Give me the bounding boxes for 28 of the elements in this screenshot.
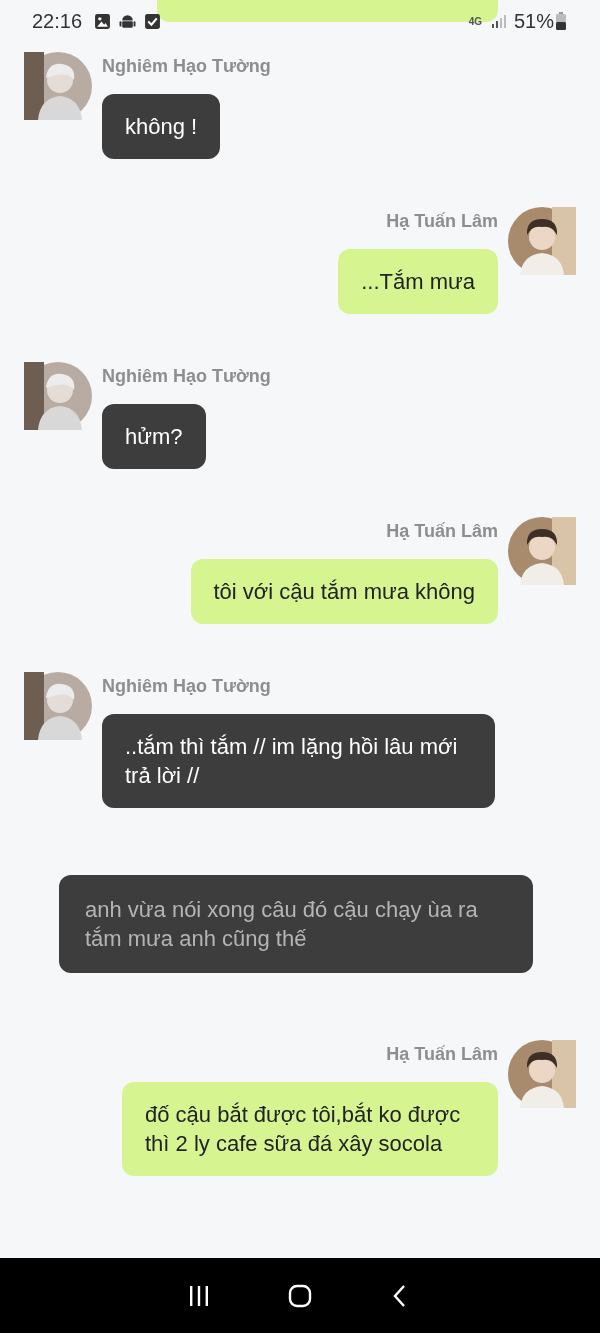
message-bubble: hửm?: [102, 404, 206, 469]
home-icon[interactable]: [288, 1283, 312, 1308]
sender-name: Nghiêm Hạo Tường: [102, 365, 271, 388]
narration-bubble: anh vừa nói xong câu đó cậu chạy ùa ra tắm mưa anh cũng thế: [59, 875, 533, 973]
android-icon: [119, 12, 137, 30]
sender-name: Hạ Tuấn Lâm: [386, 1043, 498, 1066]
message-bubble: tôi với cậu tắm mưa không: [190, 559, 498, 624]
avatar[interactable]: [24, 362, 92, 430]
sender-name: Nghiêm Hạo Tường: [102, 675, 271, 698]
avatar[interactable]: [24, 672, 92, 740]
sender-name: Nghiêm Hạo Tường: [102, 55, 271, 78]
checkbox-icon: [144, 12, 162, 30]
sender-name: Hạ Tuấn Lâm: [386, 210, 498, 233]
message-bubble: đố cậu bắt được tôi,bắt ko được thì 2 ly cafe sữa đá xây socola: [122, 1082, 498, 1176]
battery-icon: [556, 12, 566, 30]
clock-time: 22:16: [32, 9, 83, 33]
avatar[interactable]: [508, 1040, 576, 1108]
avatar[interactable]: [508, 207, 576, 275]
image-icon: [94, 12, 112, 30]
avatar[interactable]: [508, 517, 576, 585]
message-bubble: không !: [102, 94, 221, 159]
message-bubble: ...Tắm mưa: [338, 249, 498, 314]
battery-level: 51%: [513, 9, 554, 33]
recent-apps-icon[interactable]: [187, 1283, 211, 1308]
signal-icon: [489, 13, 506, 29]
sender-name: Hạ Tuấn Lâm: [386, 520, 498, 543]
message-bubble: ..tắm thì tắm // im lặng hồi lâu mới trả lời //: [102, 714, 495, 808]
avatar[interactable]: [24, 52, 92, 120]
